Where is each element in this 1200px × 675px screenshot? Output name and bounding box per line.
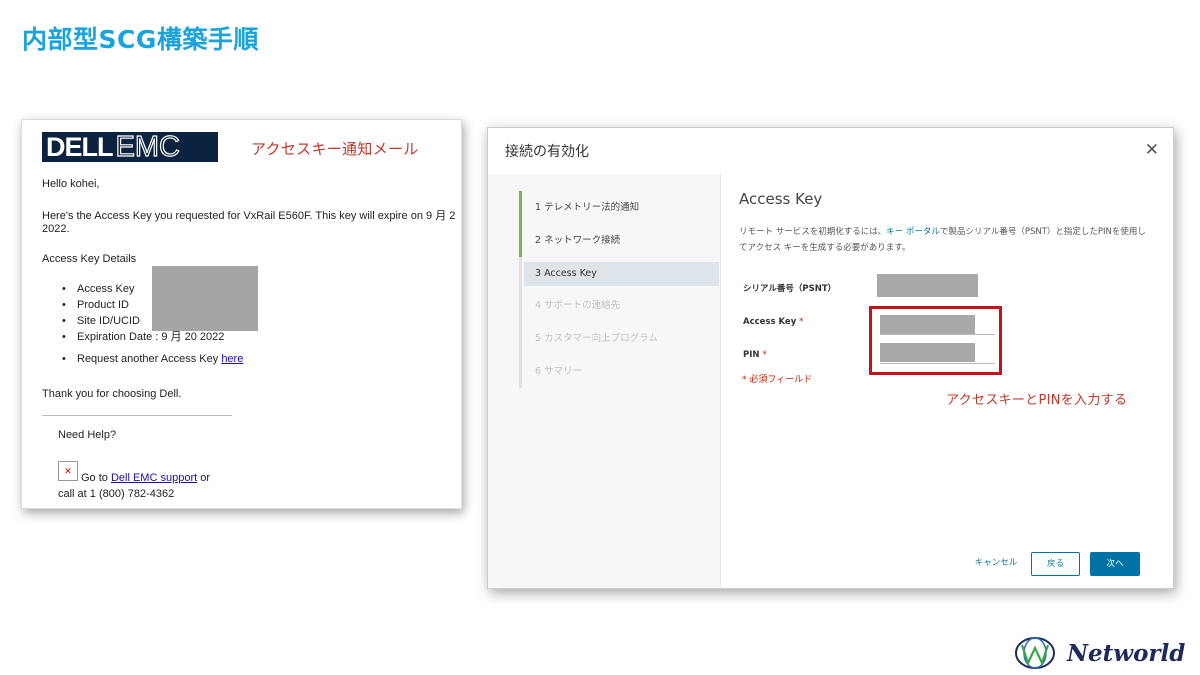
email-divider <box>42 415 232 416</box>
access-key-label-text: Access Key <box>743 317 797 327</box>
step-telemetry[interactable]: 1 テレメトリー法的通知 <box>524 196 719 220</box>
required-note-text: * 必須フィールド <box>742 375 813 385</box>
call-line: call at 1 (800) 782-4362 <box>58 488 175 500</box>
email-intro-line2: 2022. <box>42 223 70 235</box>
request-here-link[interactable]: here <box>221 353 243 365</box>
required-field-note: * 必須フィールド <box>742 372 812 385</box>
broken-image-icon: ✕ <box>58 461 78 481</box>
dell-emc-support-link[interactable]: Dell EMC support <box>111 472 197 484</box>
networld-logo-icon <box>1015 637 1055 669</box>
close-icon[interactable]: ✕ <box>1145 140 1159 160</box>
list-item: Expiration Date : 9 月 20 2022 <box>62 329 243 345</box>
logo-emc-text: EMC <box>115 130 181 163</box>
next-button[interactable]: 次へ <box>1090 552 1140 576</box>
need-help-heading: Need Help? <box>58 429 117 441</box>
details-heading: Access Key Details <box>42 253 137 265</box>
dell-emc-logo: DELL EMC <box>42 130 218 163</box>
step-progress-bar <box>519 191 522 388</box>
pin-label: PIN * <box>743 350 767 360</box>
redacted-values <box>152 266 258 331</box>
email-annotation: アクセスキー通知メール <box>251 140 419 158</box>
enable-connection-dialog: 接続の有効化 ✕ 1 テレメトリー法的通知 2 ネットワーク接続 3 Acces… <box>487 127 1174 589</box>
step-progress-fill <box>519 191 522 257</box>
key-portal-link[interactable]: キー ポータル <box>886 227 940 237</box>
access-key-label: Access Key * <box>743 317 803 327</box>
pin-label-text: PIN <box>743 350 760 360</box>
email-greeting: Hello kohei, <box>42 178 100 190</box>
back-button[interactable]: 戻る <box>1031 552 1080 576</box>
email-intro-line1: Here's the Access Key you requested for … <box>42 210 456 222</box>
wizard-steps-nav: 1 テレメトリー法的通知 2 ネットワーク接続 3 Access Key 4 サ… <box>488 174 721 587</box>
email-thanks: Thank you for choosing Dell. <box>42 388 182 400</box>
support-line: Go to Dell EMC support or <box>81 472 210 484</box>
step-network[interactable]: 2 ネットワーク接続 <box>524 229 719 253</box>
dialog-title: 接続の有効化 <box>505 144 589 160</box>
cancel-button[interactable]: キャンセル <box>968 552 1024 576</box>
step-summary: 6 サマリー <box>535 366 583 377</box>
dialog-annotation: アクセスキーとPINを入力する <box>946 393 1128 408</box>
step-support-contact: 4 サポートの連絡先 <box>535 300 621 311</box>
required-mark: * <box>799 317 804 327</box>
step-access-key[interactable]: 3 Access Key <box>524 262 719 286</box>
list-item-request: Request another Access Key here <box>62 351 243 367</box>
desc-text: リモート サービスを初期化するには、 <box>739 227 887 237</box>
serial-number-label: シリアル番号（PSNT） <box>743 284 837 294</box>
access-key-email: DELL EMC アクセスキー通知メール Hello kohei, Here's… <box>21 119 462 509</box>
highlight-box <box>869 306 1002 375</box>
access-key-form: Access Key リモート サービスを初期化するには、キー ポータルで製品シ… <box>721 174 1173 588</box>
step-customer-program: 5 カスタマー向上プログラム <box>535 333 658 344</box>
or-text: or <box>197 472 211 484</box>
access-key-description: リモート サービスを初期化するには、キー ポータルで製品シリアル番号（PSNT）… <box>739 224 1149 256</box>
serial-number-value <box>877 274 978 297</box>
access-key-heading: Access Key <box>739 190 823 208</box>
slide-title: 内部型SCG構築手順 <box>22 25 259 54</box>
networld-brand: Networld <box>1067 640 1186 667</box>
go-to-text: Go to <box>81 472 111 484</box>
logo-dell-text: DELL <box>46 131 113 162</box>
required-mark: * <box>762 350 767 360</box>
request-text: Request another Access Key <box>77 353 222 365</box>
